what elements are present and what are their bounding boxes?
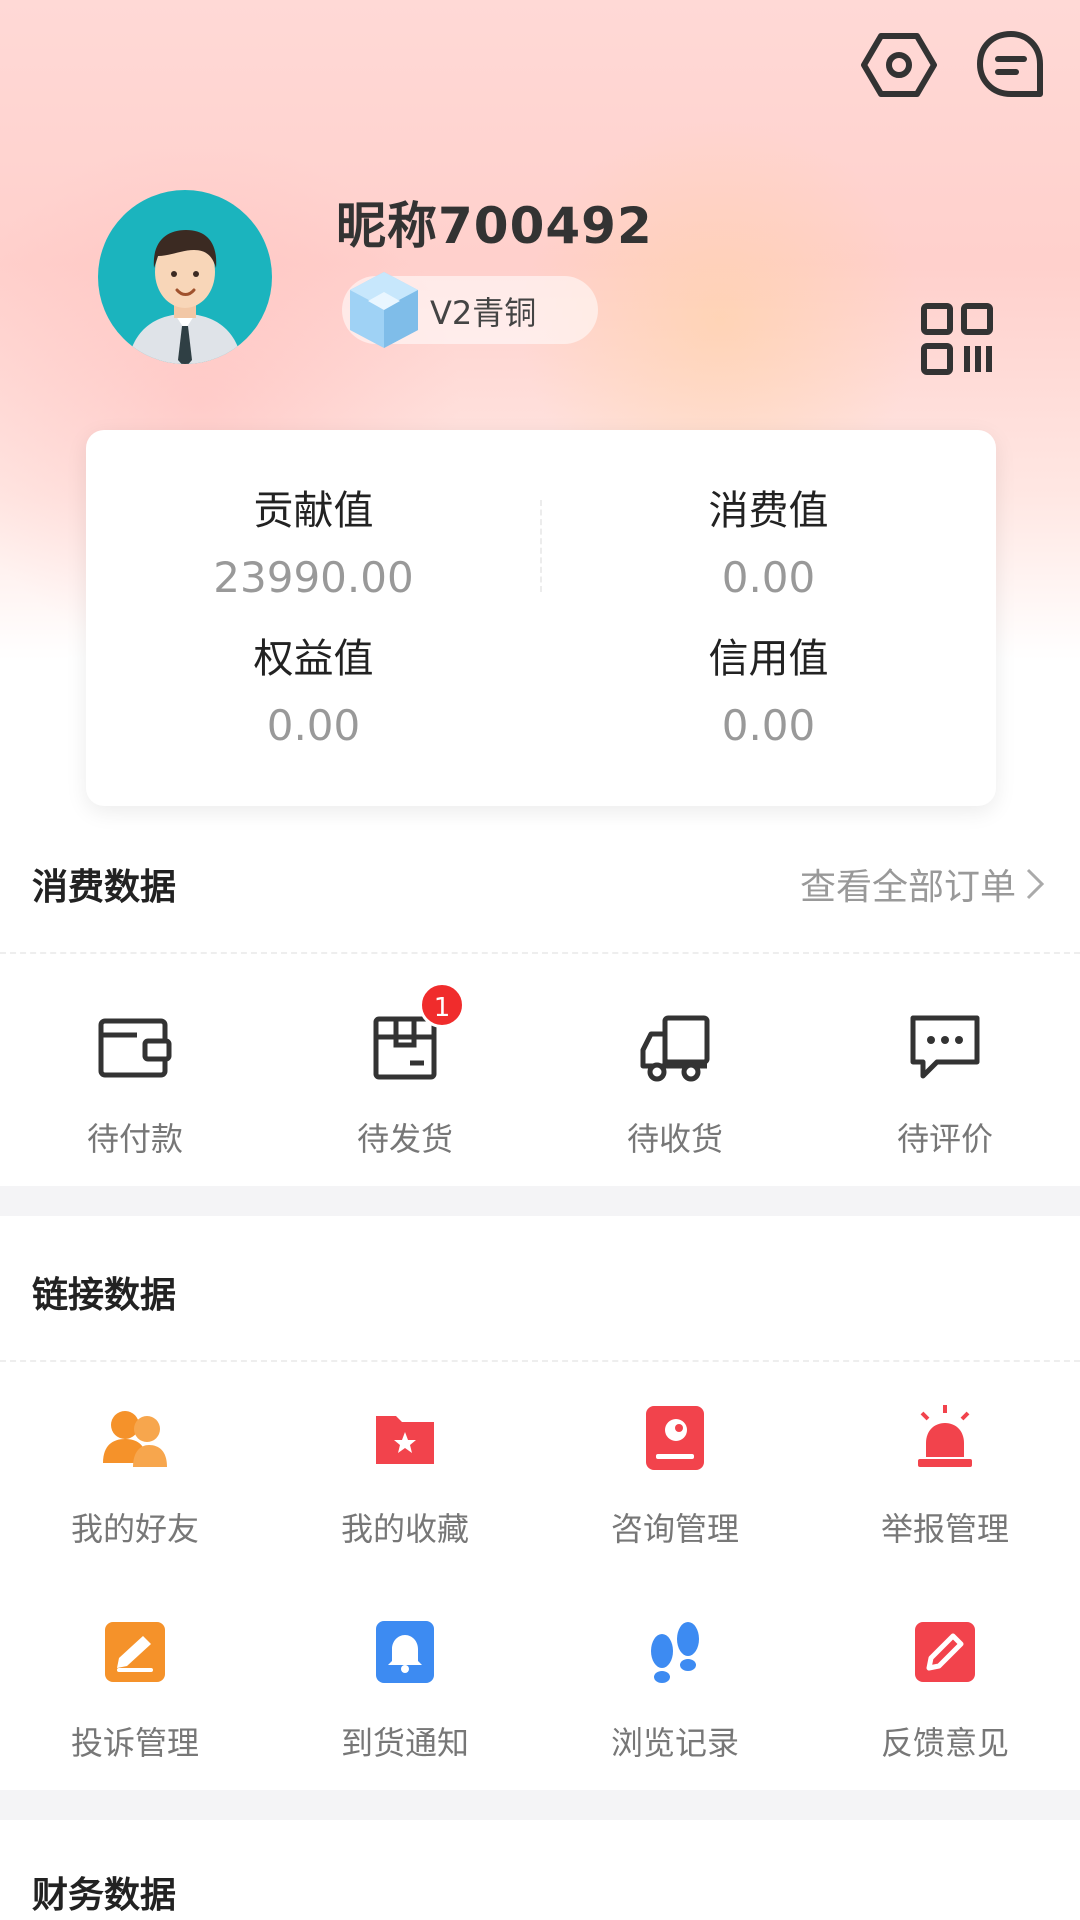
feedback-edit-icon bbox=[915, 1622, 975, 1682]
order-pending-review-label: 待评价 bbox=[896, 1120, 993, 1158]
my-friends[interactable]: 我的好友 bbox=[0, 1398, 270, 1550]
settings-button[interactable] bbox=[858, 24, 940, 106]
favorites-folder-icon bbox=[376, 1416, 434, 1464]
my-favorites[interactable]: 我的收藏 bbox=[270, 1398, 540, 1550]
order-pending-receipt[interactable]: 待收货 bbox=[540, 1008, 810, 1160]
stats-card: 贡献值 23990.00 消费值 0.00 权益值 0.00 信用值 0.00 bbox=[86, 430, 996, 806]
section-divider bbox=[0, 952, 1080, 954]
order-pending-payment-label: 待付款 bbox=[86, 1120, 183, 1158]
complaint-management[interactable]: 投诉管理 bbox=[0, 1612, 270, 1764]
contribution-value: 23990.00 bbox=[213, 553, 414, 602]
chevron-right-icon bbox=[1026, 868, 1045, 900]
friends-icon bbox=[103, 1411, 167, 1467]
level-gem-icon bbox=[350, 272, 418, 348]
user-avatar-illustration bbox=[128, 230, 242, 364]
order-pending-payment[interactable]: 待付款 bbox=[0, 1008, 270, 1160]
complaint-management-label: 投诉管理 bbox=[70, 1724, 199, 1762]
message-icon bbox=[977, 31, 1043, 97]
consumption-value: 0.00 bbox=[721, 553, 816, 602]
equity-stat[interactable]: 权益值 0.00 bbox=[86, 634, 541, 752]
consult-management-label: 咨询管理 bbox=[610, 1510, 739, 1548]
my-friends-label: 我的好友 bbox=[70, 1510, 199, 1548]
order-pending-receipt-label: 待收货 bbox=[626, 1120, 723, 1158]
view-all-orders-label: 查看全部订单 bbox=[799, 867, 1016, 908]
level-label: V2青铜 bbox=[430, 294, 537, 332]
section-divider bbox=[0, 1360, 1080, 1362]
browsing-history-label: 浏览记录 bbox=[610, 1724, 739, 1762]
consult-management[interactable]: 咨询管理 bbox=[540, 1398, 810, 1550]
wallet-icon bbox=[98, 1018, 172, 1078]
consult-icon bbox=[646, 1406, 704, 1470]
credit-value: 0.00 bbox=[721, 701, 816, 750]
nickname: 昵称700492 bbox=[336, 197, 653, 255]
comment-icon bbox=[910, 1015, 980, 1079]
finance-section-title: 财务数据 bbox=[32, 1875, 177, 1916]
feedback-label: 反馈意见 bbox=[880, 1724, 1009, 1762]
link-section-title: 链接数据 bbox=[32, 1275, 177, 1316]
delivery-truck-icon bbox=[640, 1015, 710, 1082]
section-gap bbox=[0, 1186, 1080, 1216]
consumption-label: 消费值 bbox=[708, 488, 829, 534]
footprints-icon bbox=[651, 1622, 699, 1683]
equity-label: 权益值 bbox=[253, 636, 374, 682]
complaint-icon bbox=[105, 1622, 165, 1682]
contribution-label: 贡献值 bbox=[253, 488, 374, 534]
my-favorites-label: 我的收藏 bbox=[340, 1510, 469, 1548]
pending-shipment-badge: 1 bbox=[419, 982, 465, 1028]
arrival-notice-label: 到货通知 bbox=[340, 1724, 469, 1762]
consumption-stat[interactable]: 消费值 0.00 bbox=[541, 486, 996, 604]
bell-icon bbox=[376, 1621, 434, 1683]
report-management-label: 举报管理 bbox=[880, 1510, 1009, 1548]
equity-value: 0.00 bbox=[266, 701, 361, 750]
section-gap bbox=[0, 1790, 1080, 1820]
messages-button[interactable] bbox=[970, 24, 1052, 106]
settings-icon bbox=[861, 33, 937, 97]
contribution-stat[interactable]: 贡献值 23990.00 bbox=[86, 486, 541, 604]
credit-stat[interactable]: 信用值 0.00 bbox=[541, 634, 996, 752]
alarm-icon bbox=[918, 1405, 972, 1467]
avatar[interactable] bbox=[98, 190, 272, 364]
order-pending-review[interactable]: 待评价 bbox=[810, 1008, 1080, 1160]
order-pending-shipment-label: 待发货 bbox=[356, 1120, 453, 1158]
credit-label: 信用值 bbox=[708, 636, 829, 682]
consumption-section-title: 消费数据 bbox=[32, 867, 177, 908]
order-pending-shipment[interactable]: 1 待发货 bbox=[270, 982, 540, 1160]
qr-code-icon[interactable] bbox=[920, 302, 994, 376]
view-all-orders-link[interactable]: 查看全部订单 bbox=[800, 858, 1048, 910]
browsing-history[interactable]: 浏览记录 bbox=[540, 1612, 810, 1764]
feedback[interactable]: 反馈意见 bbox=[810, 1612, 1080, 1764]
report-management[interactable]: 举报管理 bbox=[810, 1398, 1080, 1550]
arrival-notice[interactable]: 到货通知 bbox=[270, 1612, 540, 1764]
stats-divider bbox=[540, 500, 542, 592]
